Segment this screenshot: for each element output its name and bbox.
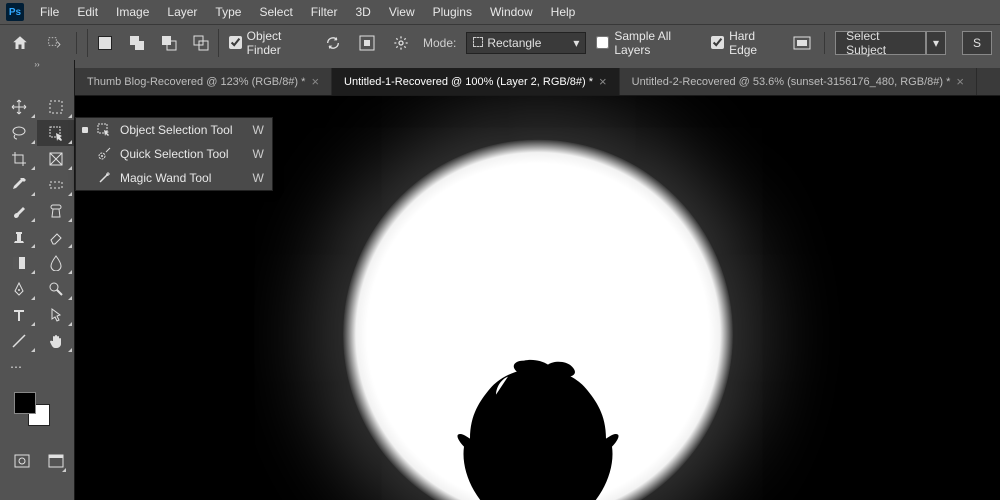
frame-tool[interactable] [37,146,74,172]
flyout-shortcut: W [253,171,264,185]
new-selection-icon[interactable] [92,30,118,56]
close-icon[interactable]: × [599,74,607,89]
toolbox: ›› ⋯ [0,60,75,500]
refresh-icon[interactable] [321,30,345,56]
quick-mask-tool[interactable] [10,448,34,474]
flyout-label: Quick Selection Tool [120,147,233,161]
blur-tool[interactable] [37,250,74,276]
marquee-tool[interactable] [37,94,74,120]
menu-layer[interactable]: Layer [159,2,205,22]
subtract-selection-icon[interactable] [156,30,182,56]
sample-all-layers-checkbox[interactable]: Sample All Layers [596,29,701,57]
menu-image[interactable]: Image [108,2,157,22]
toolbox-collapse-icon[interactable]: ›› [0,60,74,70]
document-tab[interactable]: Untitled-1-Recovered @ 100% (Layer 2, RG… [332,68,620,95]
hand-tool[interactable] [37,328,74,354]
menu-view[interactable]: View [381,2,423,22]
close-icon[interactable]: × [956,74,964,89]
selected-bullet-icon [82,127,88,133]
selection-mode-group [87,29,219,57]
mode-value: Rectangle [487,36,541,50]
menu-filter[interactable]: Filter [303,2,346,22]
flyout-item-object-selection[interactable]: Object Selection Tool W [76,118,272,142]
screen-mode-tool[interactable] [44,448,68,474]
menu-bar: Ps File Edit Image Layer Type Select Fil… [0,0,1000,24]
flyout-shortcut: W [253,147,264,161]
eyedropper-tool[interactable] [0,172,37,198]
path-selection-tool[interactable] [37,302,74,328]
collapse-panels-handle[interactable]: ‹‹ [0,60,1000,68]
flyout-label: Magic Wand Tool [120,171,233,185]
tool-flyout: Object Selection Tool W Quick Selection … [75,117,273,191]
overlay-icon[interactable] [355,30,379,56]
document-tab[interactable]: Untitled-2-Recovered @ 53.6% (sunset-315… [620,68,977,95]
brush-tool[interactable] [0,198,37,224]
object-finder-input[interactable] [229,36,242,49]
tool-preset-icon[interactable] [42,30,66,56]
silhouette [358,358,718,500]
gear-icon[interactable] [389,30,413,56]
menu-type[interactable]: Type [207,2,249,22]
menu-help[interactable]: Help [543,2,584,22]
flyout-shortcut: W [253,123,264,137]
hard-edge-input[interactable] [711,36,724,49]
close-icon[interactable]: × [311,74,319,89]
hard-edge-checkbox[interactable]: Hard Edge [711,29,780,57]
menu-file[interactable]: File [32,2,67,22]
flyout-item-quick-selection[interactable]: Quick Selection Tool W [76,142,272,166]
mode-label: Mode: [423,36,456,50]
document-tab-label: Thumb Blog-Recovered @ 123% (RGB/8#) * [87,76,305,88]
add-selection-icon[interactable] [124,30,150,56]
flyout-label: Object Selection Tool [120,123,233,137]
object-selection-tool[interactable] [37,120,74,146]
app-logo: Ps [6,3,24,21]
pen-tool[interactable] [0,276,37,302]
hard-edge-label: Hard Edge [729,29,780,57]
options-bar: Object Finder Mode: Rectangle ▾ Sample A… [0,24,1000,60]
clone-stamp-tool[interactable] [0,224,37,250]
move-tool[interactable] [0,94,37,120]
menu-window[interactable]: Window [482,2,541,22]
magic-wand-icon [96,170,112,186]
document-tab-label: Untitled-1-Recovered @ 100% (Layer 2, RG… [344,76,593,88]
foreground-color-swatch[interactable] [14,392,36,414]
chevron-down-icon: ▾ [573,36,579,50]
dodge-tool[interactable] [37,276,74,302]
sample-all-label: Sample All Layers [614,29,701,57]
gradient-tool[interactable] [0,250,37,276]
quick-selection-icon [96,146,112,162]
home-icon[interactable] [8,30,32,56]
document-tab-label: Untitled-2-Recovered @ 53.6% (sunset-315… [632,76,951,88]
lasso-tool[interactable] [0,120,37,146]
edit-toolbar[interactable]: ⋯ [0,354,74,380]
document-tab[interactable]: Thumb Blog-Recovered @ 123% (RGB/8#) * × [75,68,332,95]
object-selection-icon [96,122,112,138]
intersect-selection-icon[interactable] [188,30,214,56]
menu-select[interactable]: Select [251,2,300,22]
mode-select[interactable]: Rectangle ▾ [466,32,586,54]
document-tab-bar: Thumb Blog-Recovered @ 123% (RGB/8#) * ×… [0,68,1000,96]
select-subject-button[interactable]: Select Subject [835,31,926,55]
marquee-single-tool[interactable] [37,172,74,198]
more-button[interactable]: S [962,31,992,55]
type-tool[interactable] [0,302,37,328]
crop-tool[interactable] [0,146,37,172]
canvas-art [343,140,733,500]
menu-edit[interactable]: Edit [69,2,106,22]
object-finder-label: Object Finder [247,29,312,57]
object-finder-checkbox[interactable]: Object Finder [229,29,312,57]
menu-3d[interactable]: 3D [347,2,378,22]
select-subject-dropdown[interactable]: ▾ [926,31,946,55]
flyout-item-magic-wand[interactable]: Magic Wand Tool W [76,166,272,190]
mask-preview-icon[interactable] [790,30,814,56]
line-tool[interactable] [0,328,37,354]
eraser-tool[interactable] [37,224,74,250]
healing-brush-tool[interactable] [37,198,74,224]
color-swatches[interactable] [0,390,74,432]
sample-all-input[interactable] [596,36,609,49]
menu-plugins[interactable]: Plugins [425,2,480,22]
